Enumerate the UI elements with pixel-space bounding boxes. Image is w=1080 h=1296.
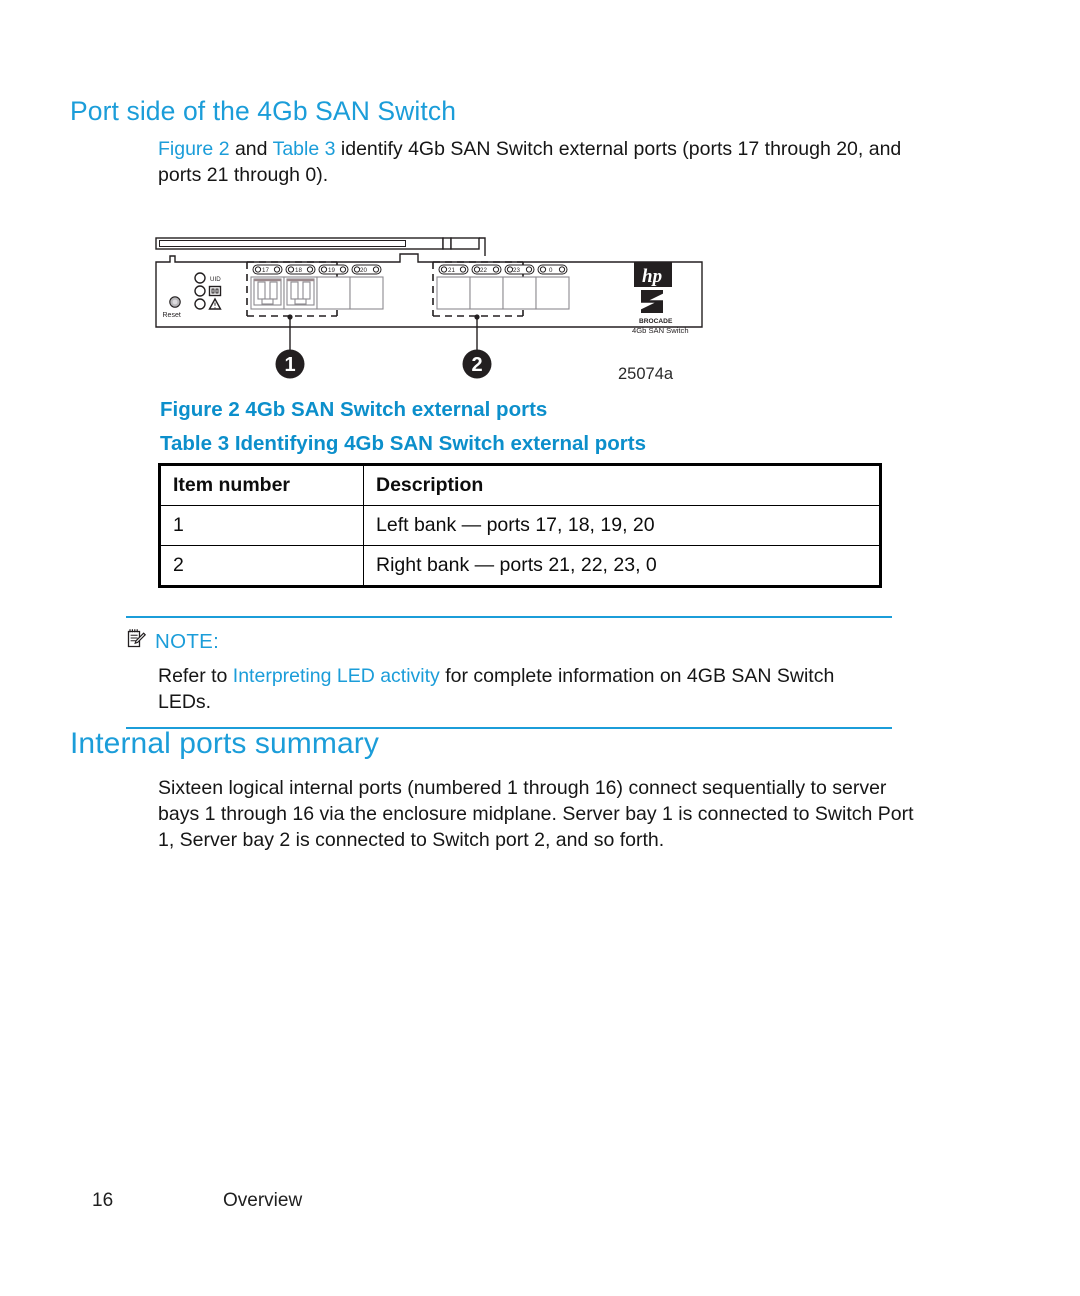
internal-ports-paragraph: Sixteen logical internal ports (numbered… (158, 777, 914, 851)
document-page: Port side of the 4Gb SAN Switch Figure 2… (0, 0, 1080, 1296)
note-top-rule (126, 616, 892, 618)
note-body: Refer to Interpreting LED activity for c… (158, 663, 892, 715)
cell-description: Right bank — ports 21, 22, 23, 0 (363, 545, 881, 587)
cell-description: Left bank — ports 17, 18, 19, 20 (363, 505, 881, 546)
brocade-wordmark: BROCADE (639, 318, 673, 325)
svg-text:17: 17 (262, 267, 269, 274)
note-admonition: NOTE: Refer to Interpreting LED activity… (126, 616, 892, 729)
table-row: 1 Left bank — ports 17, 18, 19, 20 (159, 505, 881, 546)
note-icon (126, 628, 147, 655)
switch-led-cluster: UID (194, 272, 222, 310)
section-heading-internal-ports: Internal ports summary (70, 727, 379, 760)
note-label: NOTE: (155, 629, 220, 653)
left-bank-port-cages (250, 276, 384, 310)
svg-text:19: 19 (328, 267, 335, 274)
svg-text:21: 21 (448, 267, 455, 274)
identifying-ports-table: Item number Description 1 Left bank — po… (158, 463, 882, 588)
port-label-21: 21 (438, 264, 469, 275)
svg-text:hp: hp (642, 266, 662, 287)
link-table-3[interactable]: Table 3 (273, 138, 336, 160)
figure-artwork-id: 25074a (618, 365, 674, 383)
svg-text:18: 18 (295, 267, 302, 274)
port-label-19: 19 (318, 264, 349, 275)
svg-text:22: 22 (480, 267, 487, 274)
callout-1-number: 1 (284, 354, 295, 376)
model-wordmark: 4Gb SAN Switch (632, 326, 689, 335)
port-label-17: 17 (252, 264, 283, 275)
link-interpreting-led-activity[interactable]: Interpreting LED activity (233, 665, 440, 687)
svg-text:23: 23 (513, 267, 520, 274)
switch-top-handle (155, 237, 480, 250)
section-heading-port-side: Port side of the 4Gb SAN Switch (70, 96, 457, 126)
port-label-18: 18 (285, 264, 316, 275)
right-bank-port-cages (436, 276, 570, 310)
link-figure-2[interactable]: Figure 2 (158, 138, 230, 160)
port-label-22: 22 (471, 264, 502, 275)
branding-block: hp BROCADE 4Gb SAN Switch (632, 262, 689, 335)
intro-paragraph: Figure 2 and Table 3 identify 4Gb SAN Sw… (158, 136, 918, 188)
table-header-row: Item number Description (159, 464, 881, 506)
cell-item-number: 2 (159, 545, 364, 587)
footer-chapter-name: Overview (223, 1190, 303, 1211)
brocade-logo (641, 290, 663, 313)
port-label-23: 23 (504, 264, 535, 275)
column-header-item-number: Item number (159, 464, 364, 506)
table-caption: Table 3 Identifying 4Gb SAN Switch exter… (160, 432, 647, 455)
figure-caption: Figure 2 4Gb SAN Switch external ports (160, 398, 548, 421)
page-footer: 16 Overview (0, 1190, 1080, 1220)
svg-text:0: 0 (549, 267, 553, 274)
left-bank-port-labels: 17 18 19 20 (252, 264, 382, 275)
cell-item-number: 1 (159, 505, 364, 546)
led-label-uid: UID (210, 276, 221, 283)
note-text-before: Refer to (158, 665, 233, 687)
port-label-0: 0 (537, 264, 568, 275)
callout-2: 2 (462, 314, 492, 379)
switch-reset-button: Reset (163, 296, 181, 319)
right-bank-port-labels: 21 22 23 0 (438, 264, 568, 275)
port-label-20: 20 (351, 264, 382, 275)
note-header: NOTE: (126, 628, 892, 655)
footer-page-number: 16 (92, 1190, 114, 1211)
table-row: 2 Right bank — ports 21, 22, 23, 0 (159, 545, 881, 587)
callout-2-number: 2 (471, 354, 482, 376)
svg-text:20: 20 (360, 267, 367, 274)
switch-chassis-outline (155, 253, 703, 328)
column-header-description: Description (363, 464, 881, 506)
reset-label: Reset (163, 312, 181, 319)
intro-text-mid: and (229, 138, 273, 160)
callout-1: 1 (275, 314, 305, 379)
